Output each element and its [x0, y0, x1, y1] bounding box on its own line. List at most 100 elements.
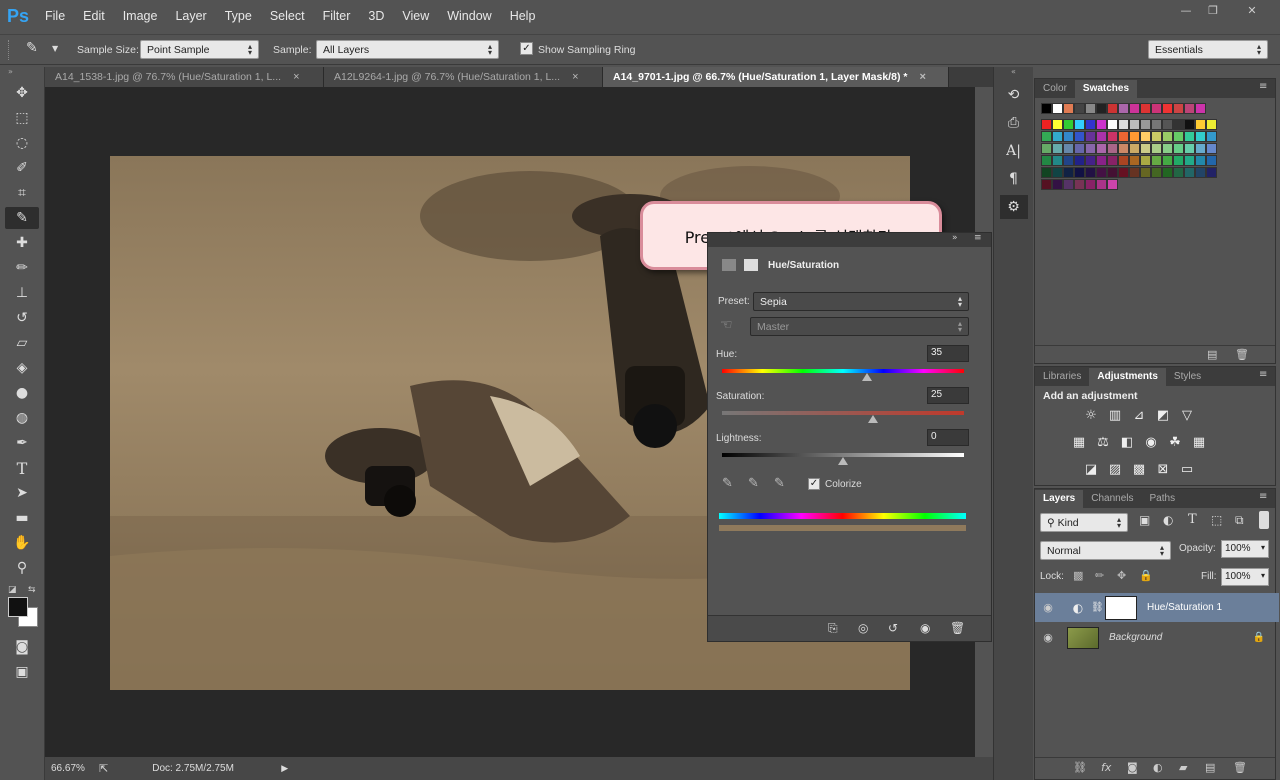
color-swatch[interactable]	[1151, 143, 1162, 154]
menu-edit[interactable]: Edit	[74, 0, 114, 33]
lock-position-icon[interactable]: ✥	[1117, 569, 1126, 582]
preset-dropdown[interactable]: Sepia ▴ ▾	[753, 292, 969, 311]
color-swatch[interactable]	[1074, 155, 1085, 166]
visibility-eye-icon[interactable]: ◉	[1035, 631, 1061, 644]
color-swatch[interactable]	[1173, 167, 1184, 178]
color-swatch[interactable]	[1085, 167, 1096, 178]
color-swatch[interactable]	[1041, 179, 1052, 190]
color-swatch[interactable]	[1074, 143, 1085, 154]
history-brush-tool-icon[interactable]: ↺	[5, 307, 39, 329]
curves-icon[interactable]: ⊿	[1130, 407, 1148, 423]
selective-color-icon[interactable]: ⊠	[1154, 461, 1172, 477]
add-style-icon[interactable]: fx	[1101, 761, 1111, 774]
saturation-slider-thumb[interactable]	[868, 415, 879, 423]
gradient-map-icon[interactable]: ▭	[1178, 461, 1196, 477]
color-swatch[interactable]	[1107, 179, 1118, 190]
posterize-icon[interactable]: ▨	[1106, 461, 1124, 477]
color-swatch[interactable]	[1074, 179, 1085, 190]
color-swatch[interactable]	[1041, 103, 1052, 114]
color-swatch[interactable]	[1184, 155, 1195, 166]
eyedropper-tool-icon[interactable]: ✎	[5, 207, 39, 229]
swap-colors-icon[interactable]: ⇆	[28, 585, 36, 595]
color-swatch[interactable]	[1052, 167, 1063, 178]
color-balance-icon[interactable]: ⚖	[1094, 434, 1112, 450]
restore-button[interactable]: ❐	[1200, 1, 1226, 19]
color-swatch[interactable]	[1096, 119, 1107, 130]
pen-tool-icon[interactable]: ✒	[5, 432, 39, 454]
color-swatch[interactable]	[1162, 155, 1173, 166]
color-lookup-icon[interactable]: ▦	[1190, 434, 1208, 450]
layer-mask-thumbnail[interactable]	[1105, 595, 1137, 620]
panel-menu-icon[interactable]: ≡	[974, 233, 982, 243]
color-swatch[interactable]	[1096, 155, 1107, 166]
sample-size-dropdown[interactable]: Point Sample ▴ ▾	[140, 40, 259, 59]
color-swatch[interactable]	[1151, 119, 1162, 130]
color-swatch[interactable]	[1107, 119, 1118, 130]
color-swatch[interactable]	[1206, 155, 1217, 166]
color-swatch[interactable]	[1063, 167, 1074, 178]
color-swatch[interactable]	[1041, 119, 1052, 130]
filter-type-icon[interactable]: T	[1188, 512, 1197, 527]
collapse-toolbar-icon[interactable]: »	[0, 67, 44, 79]
close-tab-icon[interactable]: ×	[293, 71, 299, 83]
export-icon[interactable]: ⇱	[99, 762, 108, 775]
color-swatch[interactable]	[1184, 103, 1195, 114]
filter-adjustment-icon[interactable]: ◐	[1163, 513, 1173, 527]
color-swatch[interactable]	[1118, 167, 1129, 178]
hue-slider-thumb[interactable]	[862, 373, 873, 381]
color-swatch[interactable]	[1074, 131, 1085, 142]
color-swatch[interactable]	[1096, 167, 1107, 178]
color-swatch[interactable]	[1140, 131, 1151, 142]
menu-file[interactable]: File	[36, 0, 74, 33]
color-swatch[interactable]	[1085, 131, 1096, 142]
lightness-value[interactable]: 0	[927, 429, 969, 446]
filter-pixel-icon[interactable]: ▣	[1139, 513, 1150, 527]
color-swatch[interactable]	[1063, 131, 1074, 142]
color-swatch[interactable]	[1162, 131, 1173, 142]
color-swatch[interactable]	[1041, 143, 1052, 154]
layer-name[interactable]: Background	[1109, 632, 1162, 643]
color-swatch[interactable]	[1118, 155, 1129, 166]
new-group-icon[interactable]: ▰	[1179, 761, 1187, 774]
tab-layers[interactable]: Layers	[1035, 490, 1084, 508]
color-swatch[interactable]	[1118, 131, 1129, 142]
color-swatch[interactable]	[1140, 119, 1151, 130]
color-swatch[interactable]	[1162, 103, 1173, 114]
color-swatch[interactable]	[1118, 119, 1129, 130]
dodge-tool-icon[interactable]: ◍	[5, 407, 39, 429]
filter-kind-dropdown[interactable]: ⚲ Kind ▴ ▾	[1040, 513, 1128, 532]
grip-handle[interactable]	[8, 40, 12, 60]
color-swatch[interactable]	[1085, 119, 1096, 130]
black-white-icon[interactable]: ◧	[1118, 434, 1136, 450]
color-swatch[interactable]	[1041, 155, 1052, 166]
clip-to-layer-icon[interactable]: ⎘	[828, 621, 838, 636]
lock-all-icon[interactable]: 🔒	[1139, 569, 1153, 582]
color-swatch[interactable]	[1107, 143, 1118, 154]
color-swatch[interactable]	[1052, 143, 1063, 154]
sampling-ring-checkbox[interactable]: ✓	[520, 42, 533, 55]
zoom-tool-icon[interactable]: ⚲	[5, 557, 39, 579]
color-swatch[interactable]	[1085, 155, 1096, 166]
color-swatch[interactable]	[1195, 143, 1206, 154]
blur-tool-icon[interactable]: ●	[5, 382, 39, 404]
marquee-tool-icon[interactable]: ⬚	[5, 107, 39, 129]
menu-view[interactable]: View	[393, 0, 438, 33]
layer-mask-icon[interactable]	[744, 259, 758, 271]
quick-selection-tool-icon[interactable]: ✐	[5, 157, 39, 179]
delete-swatch-icon[interactable]: 🗑	[1235, 348, 1249, 361]
color-swatch[interactable]	[1184, 167, 1195, 178]
color-swatch[interactable]	[1206, 131, 1217, 142]
zoom-level[interactable]: 66.67%	[51, 763, 95, 774]
link-layers-icon[interactable]: ⛓	[1073, 761, 1087, 774]
color-swatch[interactable]	[1140, 167, 1151, 178]
history-panel-icon[interactable]: ⟲	[1000, 83, 1028, 107]
color-swatch[interactable]	[1085, 143, 1096, 154]
color-swatch[interactable]	[1074, 119, 1085, 130]
color-swatch[interactable]	[1151, 103, 1162, 114]
eyedropper-tool-icon[interactable]: ✎	[26, 40, 38, 56]
colorize-checkbox[interactable]: ✓	[808, 478, 820, 490]
color-swatch[interactable]	[1151, 131, 1162, 142]
threshold-icon[interactable]: ▩	[1130, 461, 1148, 477]
fill-arrow-icon[interactable]: ▾	[1261, 571, 1265, 580]
tab-document-2[interactable]: A12L9264-1.jpg @ 76.7% (Hue/Saturation 1…	[324, 67, 603, 87]
